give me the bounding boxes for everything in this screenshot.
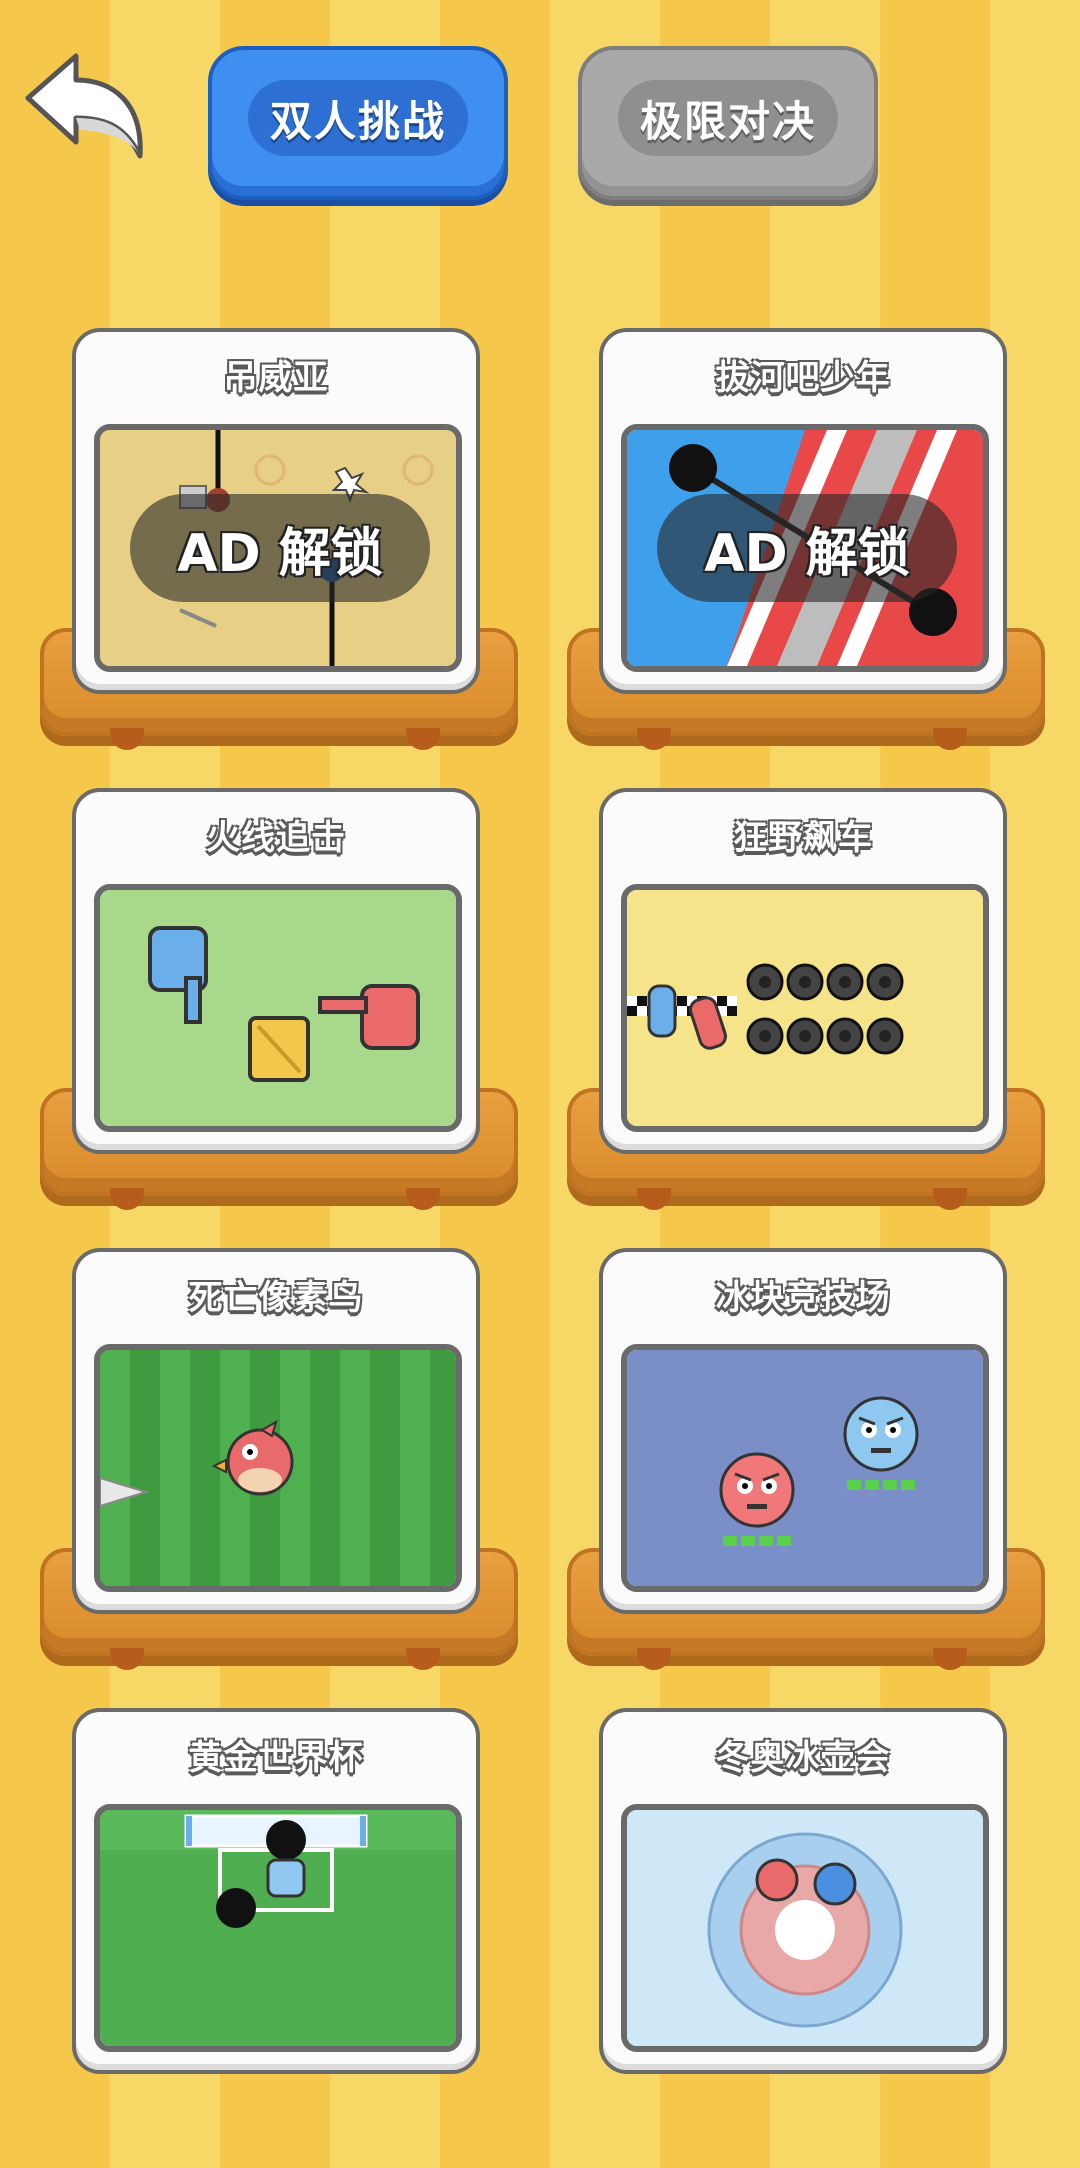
pedestal-foot	[637, 728, 671, 750]
card-panel: 拔河吧少年 AD 解锁	[599, 328, 1007, 694]
racing-scene-icon	[627, 890, 983, 1126]
game-card-tug-of-war[interactable]: 拔河吧少年 AD 解锁	[567, 328, 1045, 788]
ad-unlock-badge[interactable]: AD 解锁	[130, 494, 430, 602]
game-card-firing-line[interactable]: 火线追击	[40, 788, 518, 1248]
game-card-wire[interactable]: 吊威亚 AD 解锁	[40, 328, 518, 788]
soccer-scene-icon	[100, 1810, 456, 2046]
back-arrow-icon	[25, 53, 143, 159]
card-panel: 死亡像素鸟	[72, 1248, 480, 1614]
game-title: 黄金世界杯	[188, 1738, 364, 1778]
game-preview	[94, 1344, 462, 1592]
pedestal-foot	[110, 728, 144, 750]
game-title: 火线追击	[206, 818, 346, 858]
back-button[interactable]	[18, 48, 148, 163]
pedestal-foot	[637, 1188, 671, 1210]
pedestal-foot	[406, 1648, 440, 1670]
game-preview	[621, 1344, 989, 1592]
card-panel: 冰块竞技场	[599, 1248, 1007, 1614]
tab-extreme-duel[interactable]: 极限对决	[578, 46, 878, 200]
game-title: 冬奥冰壶会	[715, 1738, 891, 1778]
game-title: 死亡像素鸟	[188, 1278, 364, 1318]
game-preview	[94, 1804, 462, 2052]
card-panel: 吊威亚 AD 解锁	[72, 328, 480, 694]
pedestal-foot	[933, 728, 967, 750]
game-card-curling[interactable]: 冬奥冰壶会	[567, 1708, 1037, 2168]
bird-scene-icon	[100, 1350, 456, 1586]
tab-two-player-label: 双人挑战	[248, 80, 468, 156]
game-card-world-cup[interactable]: 黄金世界杯	[40, 1708, 510, 2168]
ad-unlock-badge[interactable]: AD 解锁	[657, 494, 957, 602]
pedestal-foot	[110, 1188, 144, 1210]
game-card-ice-arena[interactable]: 冰块竞技场	[567, 1248, 1045, 1708]
tank-scene-icon	[100, 890, 456, 1126]
pedestal-foot	[933, 1188, 967, 1210]
game-preview: AD 解锁	[621, 424, 989, 672]
game-preview	[94, 884, 462, 1132]
card-panel: 黄金世界杯	[72, 1708, 480, 2074]
game-title: 冰块竞技场	[715, 1278, 891, 1318]
card-panel: 冬奥冰壶会	[599, 1708, 1007, 2074]
pedestal-foot	[933, 1648, 967, 1670]
game-preview	[621, 1804, 989, 2052]
game-title: 狂野飙车	[733, 818, 873, 858]
pedestal-foot	[406, 1188, 440, 1210]
pedestal-foot	[110, 1648, 144, 1670]
pedestal-foot	[637, 1648, 671, 1670]
game-card-pixel-bird[interactable]: 死亡像素鸟	[40, 1248, 518, 1708]
tab-two-player[interactable]: 双人挑战	[208, 46, 508, 200]
game-preview: AD 解锁	[94, 424, 462, 672]
game-preview	[621, 884, 989, 1132]
game-card-wild-racing[interactable]: 狂野飙车	[567, 788, 1045, 1248]
game-title: 吊威亚	[223, 358, 329, 398]
ice-arena-scene-icon	[627, 1350, 983, 1586]
card-panel: 火线追击	[72, 788, 480, 1154]
tab-extreme-duel-label: 极限对决	[618, 80, 838, 156]
card-panel: 狂野飙车	[599, 788, 1007, 1154]
pedestal-foot	[406, 728, 440, 750]
game-title: 拔河吧少年	[715, 358, 891, 398]
curling-scene-icon	[627, 1810, 983, 2046]
